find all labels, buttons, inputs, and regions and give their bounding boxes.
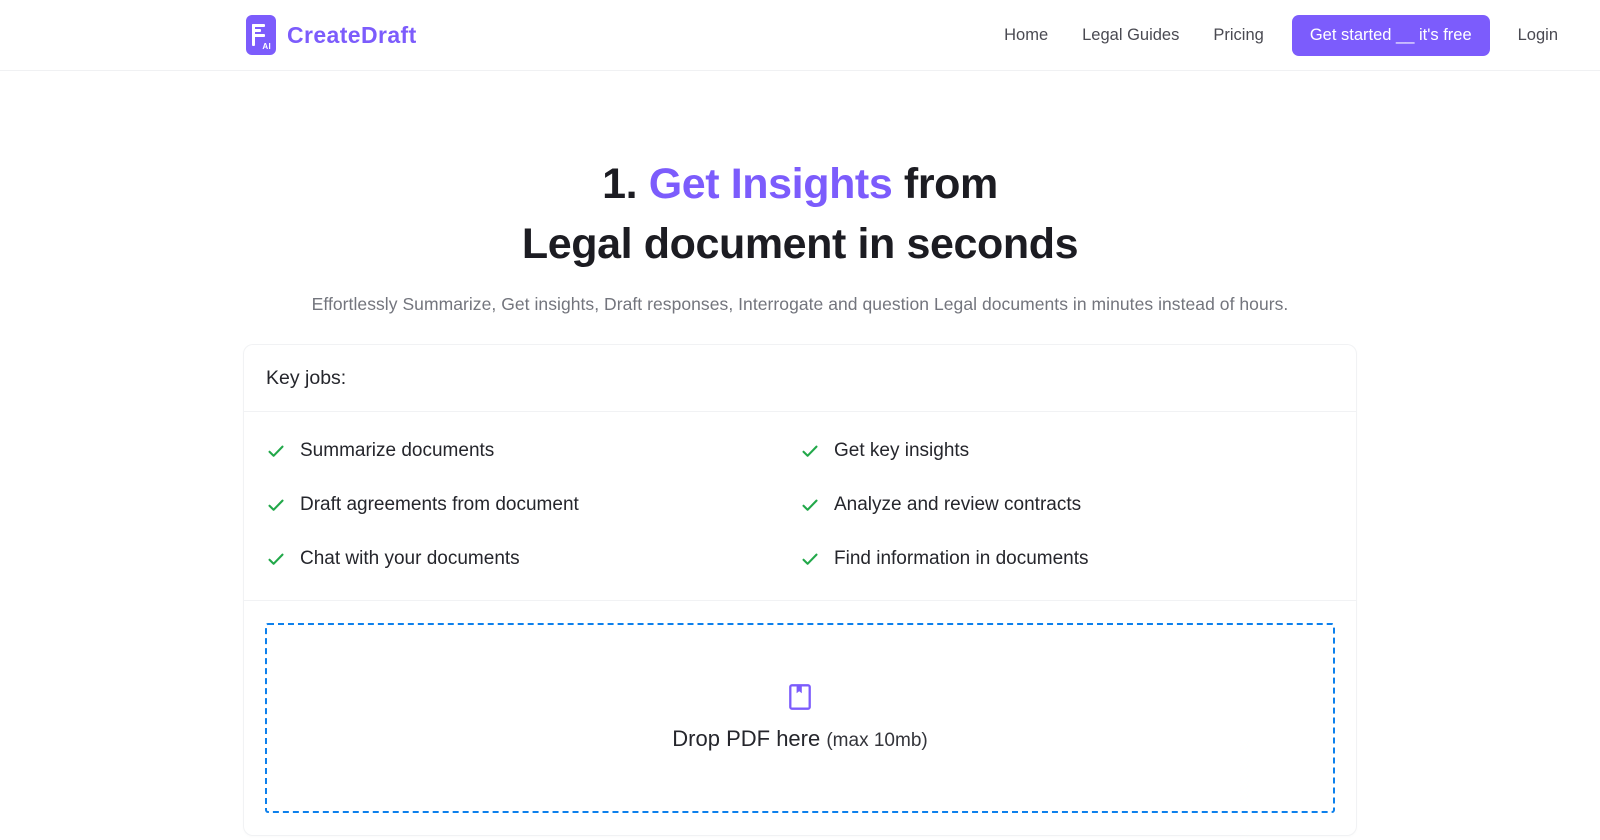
list-item: Get key insights (800, 434, 1334, 468)
page-main: 1. Get Insights from Legal document in s… (0, 71, 1600, 835)
logo-ai-badge: AI (262, 42, 271, 51)
check-icon (802, 445, 818, 457)
nav-link-home[interactable]: Home (987, 17, 1065, 54)
hero-subtitle: Effortlessly Summarize, Get insights, Dr… (311, 293, 1289, 314)
nav-link-legal-guides[interactable]: Legal Guides (1065, 17, 1196, 54)
dropzone-main-text: Drop PDF here (672, 725, 821, 751)
document-ai-logo-icon: AI (246, 15, 276, 55)
key-jobs-card: Key jobs: Summarize documents Get key in… (244, 344, 1356, 835)
headline-prefix: 1. (602, 160, 649, 208)
list-item: Analyze and review contracts (800, 488, 1334, 522)
brand-name: CreateDraft (287, 21, 417, 48)
brand-logo[interactable]: AI CreateDraft (246, 15, 417, 55)
page-title: 1. Get Insights from Legal document in s… (0, 160, 1600, 269)
headline-line-2: Legal document in seconds (521, 220, 1079, 269)
list-item-label: Get key insights (834, 439, 970, 461)
site-header: AI CreateDraft Home Legal Guides Pricing… (0, 0, 1600, 71)
book-bookmark-icon (789, 683, 811, 710)
main-navigation: Home Legal Guides Pricing Get started __… (987, 14, 1575, 56)
list-item: Summarize documents (266, 434, 800, 468)
get-started-button[interactable]: Get started __ it's free (1291, 14, 1490, 56)
dropzone-text: Drop PDF here (max 10mb) (672, 726, 927, 752)
key-jobs-title: Key jobs: (266, 366, 347, 389)
list-item-label: Chat with your documents (300, 547, 520, 569)
dropzone-size-hint: (max 10mb) (826, 729, 928, 751)
list-item: Chat with your documents (266, 542, 800, 576)
list-item-label: Analyze and review contracts (834, 493, 1082, 515)
check-icon (268, 445, 284, 457)
hero-section: 1. Get Insights from Legal document in s… (0, 71, 1600, 315)
list-item-label: Find information in documents (834, 547, 1089, 569)
card-header: Key jobs: (244, 345, 1356, 412)
headline-accent: Get Insights (648, 160, 893, 208)
dropzone-container: Drop PDF here (max 10mb) (244, 601, 1356, 835)
check-icon (268, 499, 284, 511)
key-jobs-list: Summarize documents Get key insights Dra… (244, 412, 1356, 601)
nav-link-pricing[interactable]: Pricing (1196, 17, 1280, 54)
list-item-label: Draft agreements from document (300, 493, 579, 515)
pdf-dropzone[interactable]: Drop PDF here (max 10mb) (265, 622, 1335, 813)
list-item: Draft agreements from document (266, 488, 800, 522)
list-item-label: Summarize documents (300, 439, 495, 461)
nav-link-login[interactable]: Login (1501, 17, 1575, 54)
headline-suffix: from (892, 160, 998, 208)
check-icon (802, 499, 818, 511)
list-item: Find information in documents (800, 542, 1334, 576)
check-icon (802, 553, 818, 565)
check-icon (268, 553, 284, 565)
